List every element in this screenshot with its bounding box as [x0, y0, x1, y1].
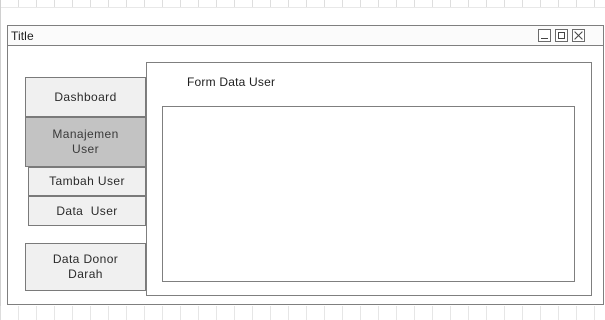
sidebar-item-manajemen-user[interactable]: Manajemen User: [25, 117, 146, 167]
form-title: Form Data User: [187, 75, 276, 89]
sidebar-item-data-user[interactable]: Data User: [28, 196, 146, 226]
sidebar-item-tambah-user[interactable]: Tambah User: [28, 167, 146, 196]
canvas: Title Dashboard Manajemen User Tambah Us…: [0, 0, 605, 320]
canvas-grid-bottom: [0, 306, 605, 320]
maximize-icon[interactable]: [555, 29, 568, 42]
form-area: [162, 106, 575, 282]
sidebar-item-data-donor-darah[interactable]: Data Donor Darah: [25, 243, 146, 291]
canvas-grid-top: [0, 0, 605, 8]
window-title: Title: [11, 29, 34, 43]
minimize-icon[interactable]: [538, 29, 551, 42]
sidebar-item-label: Tambah User: [49, 174, 125, 188]
sidebar-item-label: Dashboard: [54, 89, 117, 104]
canvas-left-rule: [0, 0, 1, 320]
sidebar-item-label: Data Donor Darah: [52, 252, 119, 281]
content-panel: Form Data User: [146, 62, 592, 296]
sidebar-item-label: Data User: [56, 203, 118, 218]
close-icon[interactable]: [572, 29, 585, 42]
sidebar-item-label: Manajemen User: [52, 127, 119, 156]
title-bar: Title: [8, 26, 603, 46]
sidebar-item-dashboard[interactable]: Dashboard: [25, 77, 146, 117]
